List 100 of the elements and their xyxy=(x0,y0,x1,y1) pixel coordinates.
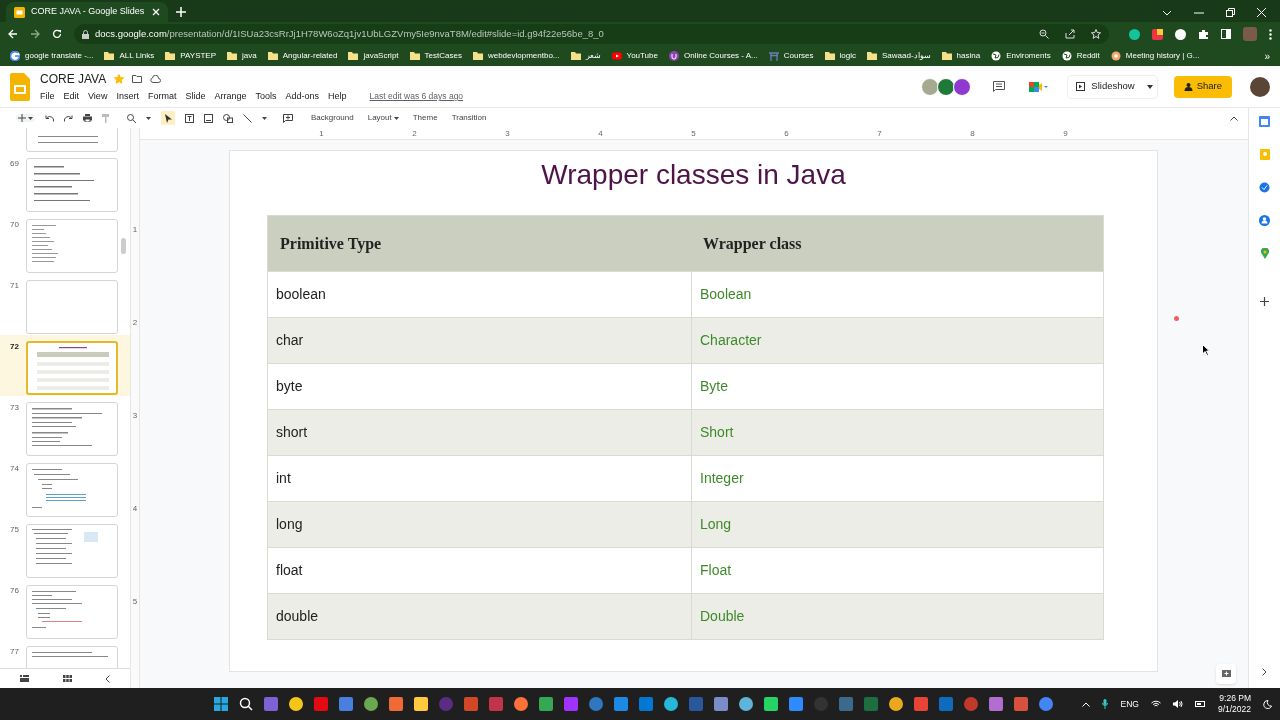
clock-date[interactable]: 9/1/2022 xyxy=(1217,704,1251,715)
slide-thumbnail[interactable] xyxy=(26,219,118,273)
plus-icon[interactable] xyxy=(18,114,26,122)
user-avatar[interactable] xyxy=(921,77,940,96)
star-icon[interactable] xyxy=(1091,29,1101,39)
slide-thumbnail[interactable] xyxy=(26,158,118,212)
app-icon[interactable] xyxy=(663,697,678,711)
chevron-down-icon[interactable] xyxy=(1162,9,1172,16)
undo-icon[interactable] xyxy=(45,114,54,122)
comment-icon[interactable] xyxy=(993,81,1006,92)
image-icon[interactable] xyxy=(204,113,213,123)
caret-icon[interactable] xyxy=(262,116,267,120)
slide-thumbnail[interactable] xyxy=(26,524,118,578)
chevron-up-icon[interactable] xyxy=(1082,701,1091,707)
app-icon[interactable] xyxy=(1038,697,1053,711)
app-icon[interactable] xyxy=(613,697,628,711)
address-bar[interactable]: docs.google.com/presentation/d/1ISUa23csRrJj1H78W6oZq1jv1UbLGZVmy5Ie9nvaT8M/edit#slide=id.g94f22e56be_8_0 xyxy=(74,24,1109,44)
caret-icon[interactable] xyxy=(146,116,151,120)
caret-icon[interactable] xyxy=(1146,84,1153,89)
search-icon[interactable] xyxy=(238,697,253,711)
menu-item[interactable]: Arrange xyxy=(214,89,247,104)
last-edit-link[interactable]: Last edit was 6 days ago xyxy=(369,90,464,103)
share-icon[interactable] xyxy=(1065,29,1075,39)
document-title[interactable]: CORE JAVA xyxy=(40,69,107,88)
more-icon[interactable] xyxy=(1269,28,1272,40)
bookmark[interactable]: Angular-related xyxy=(267,50,338,62)
zoom-icon[interactable] xyxy=(127,113,136,123)
language-indicator[interactable]: ENG xyxy=(1120,697,1139,711)
folder-move-icon[interactable] xyxy=(132,74,143,84)
bookmark[interactable]: hasina xyxy=(941,50,981,62)
extension-icon[interactable] xyxy=(1152,28,1163,40)
bookmark[interactable]: شعر xyxy=(570,50,601,62)
chevron-right-icon[interactable] xyxy=(1262,668,1267,676)
puzzle-icon[interactable] xyxy=(1198,28,1209,40)
bookmark[interactable]: TestCases xyxy=(409,50,462,62)
calendar-icon[interactable] xyxy=(1259,116,1270,127)
close-icon[interactable] xyxy=(152,8,160,16)
toolbar-button[interactable]: Transition xyxy=(451,112,487,124)
chevron-left-icon[interactable] xyxy=(105,674,110,683)
user-avatar[interactable] xyxy=(937,77,956,96)
bookmark[interactable]: Meeting history | G... xyxy=(1110,50,1200,62)
forward-icon[interactable] xyxy=(30,29,40,39)
app-icon[interactable] xyxy=(338,697,353,711)
back-icon[interactable] xyxy=(8,29,18,39)
app-icon[interactable] xyxy=(788,697,803,711)
menu-item[interactable]: Insert xyxy=(116,89,139,104)
bookmark[interactable]: Courses xyxy=(768,50,814,62)
minimize-icon[interactable] xyxy=(1194,11,1204,14)
volume-icon[interactable] xyxy=(1172,700,1183,708)
collapse-icon[interactable] xyxy=(1230,115,1238,121)
zoom-icon[interactable] xyxy=(1039,29,1049,39)
sidebar-icon[interactable] xyxy=(1221,29,1231,39)
bookmark[interactable]: logic xyxy=(824,50,857,62)
shapes-icon[interactable] xyxy=(223,113,233,123)
more-bookmarks-button[interactable]: » xyxy=(1264,48,1270,64)
toolbar-button[interactable]: Theme xyxy=(412,112,438,124)
slide-thumbnail[interactable] xyxy=(26,341,118,395)
select-tool[interactable] xyxy=(161,111,175,125)
bookmark[interactable]: google translate -... xyxy=(10,50,94,62)
folder-icon[interactable] xyxy=(413,697,428,711)
filmstrip-view-icon[interactable] xyxy=(20,675,29,682)
share-button[interactable]: Share xyxy=(1173,75,1232,98)
bookmark[interactable]: webdevlopmentbo... xyxy=(472,50,560,62)
slide-thumbnail[interactable] xyxy=(26,280,118,334)
grid-view-icon[interactable] xyxy=(62,675,72,682)
app-icon[interactable] xyxy=(763,697,778,711)
bookmark[interactable]: Enviroments xyxy=(991,50,1051,62)
menu-item[interactable]: Add-ons xyxy=(285,89,319,104)
video-call-icon[interactable] xyxy=(1029,80,1050,93)
close-icon[interactable] xyxy=(1257,8,1266,17)
caret-icon[interactable] xyxy=(28,116,33,120)
bookmark[interactable]: Sawaad-سواد xyxy=(867,50,931,62)
bookmark[interactable]: Reddit xyxy=(1061,50,1100,62)
toolbar-button[interactable]: Layout xyxy=(367,112,399,124)
app-icon[interactable] xyxy=(913,697,928,711)
bookmark[interactable]: java xyxy=(227,50,257,62)
menu-item[interactable]: View xyxy=(88,89,108,104)
bookmark[interactable]: ALL Links xyxy=(104,50,155,62)
app-icon[interactable] xyxy=(288,697,303,711)
cloud-icon[interactable] xyxy=(150,74,162,83)
app-icon[interactable] xyxy=(888,697,903,711)
app-icon[interactable] xyxy=(988,697,1003,711)
extension-icon[interactable] xyxy=(1129,28,1140,40)
slideshow-button[interactable]: Slideshow xyxy=(1067,74,1158,99)
explore-button[interactable] xyxy=(1216,664,1236,684)
new-tab-icon[interactable] xyxy=(176,7,186,17)
wifi-icon[interactable] xyxy=(1150,700,1161,708)
print-icon[interactable] xyxy=(83,114,92,122)
add-comment-icon[interactable] xyxy=(283,113,293,123)
menu-item[interactable]: Slide xyxy=(185,89,206,104)
menu-item[interactable]: File xyxy=(40,89,55,104)
star-icon[interactable] xyxy=(114,73,125,84)
maps-pin-icon[interactable] xyxy=(1260,248,1269,259)
app-icon[interactable] xyxy=(513,697,528,711)
toolbar-button[interactable]: Background xyxy=(311,112,354,124)
text-box-icon[interactable] xyxy=(185,113,194,123)
app-icon[interactable] xyxy=(738,697,753,711)
plus-icon[interactable] xyxy=(1260,297,1269,306)
account-avatar[interactable] xyxy=(1250,76,1270,97)
slide-thumbnail[interactable] xyxy=(26,402,118,456)
